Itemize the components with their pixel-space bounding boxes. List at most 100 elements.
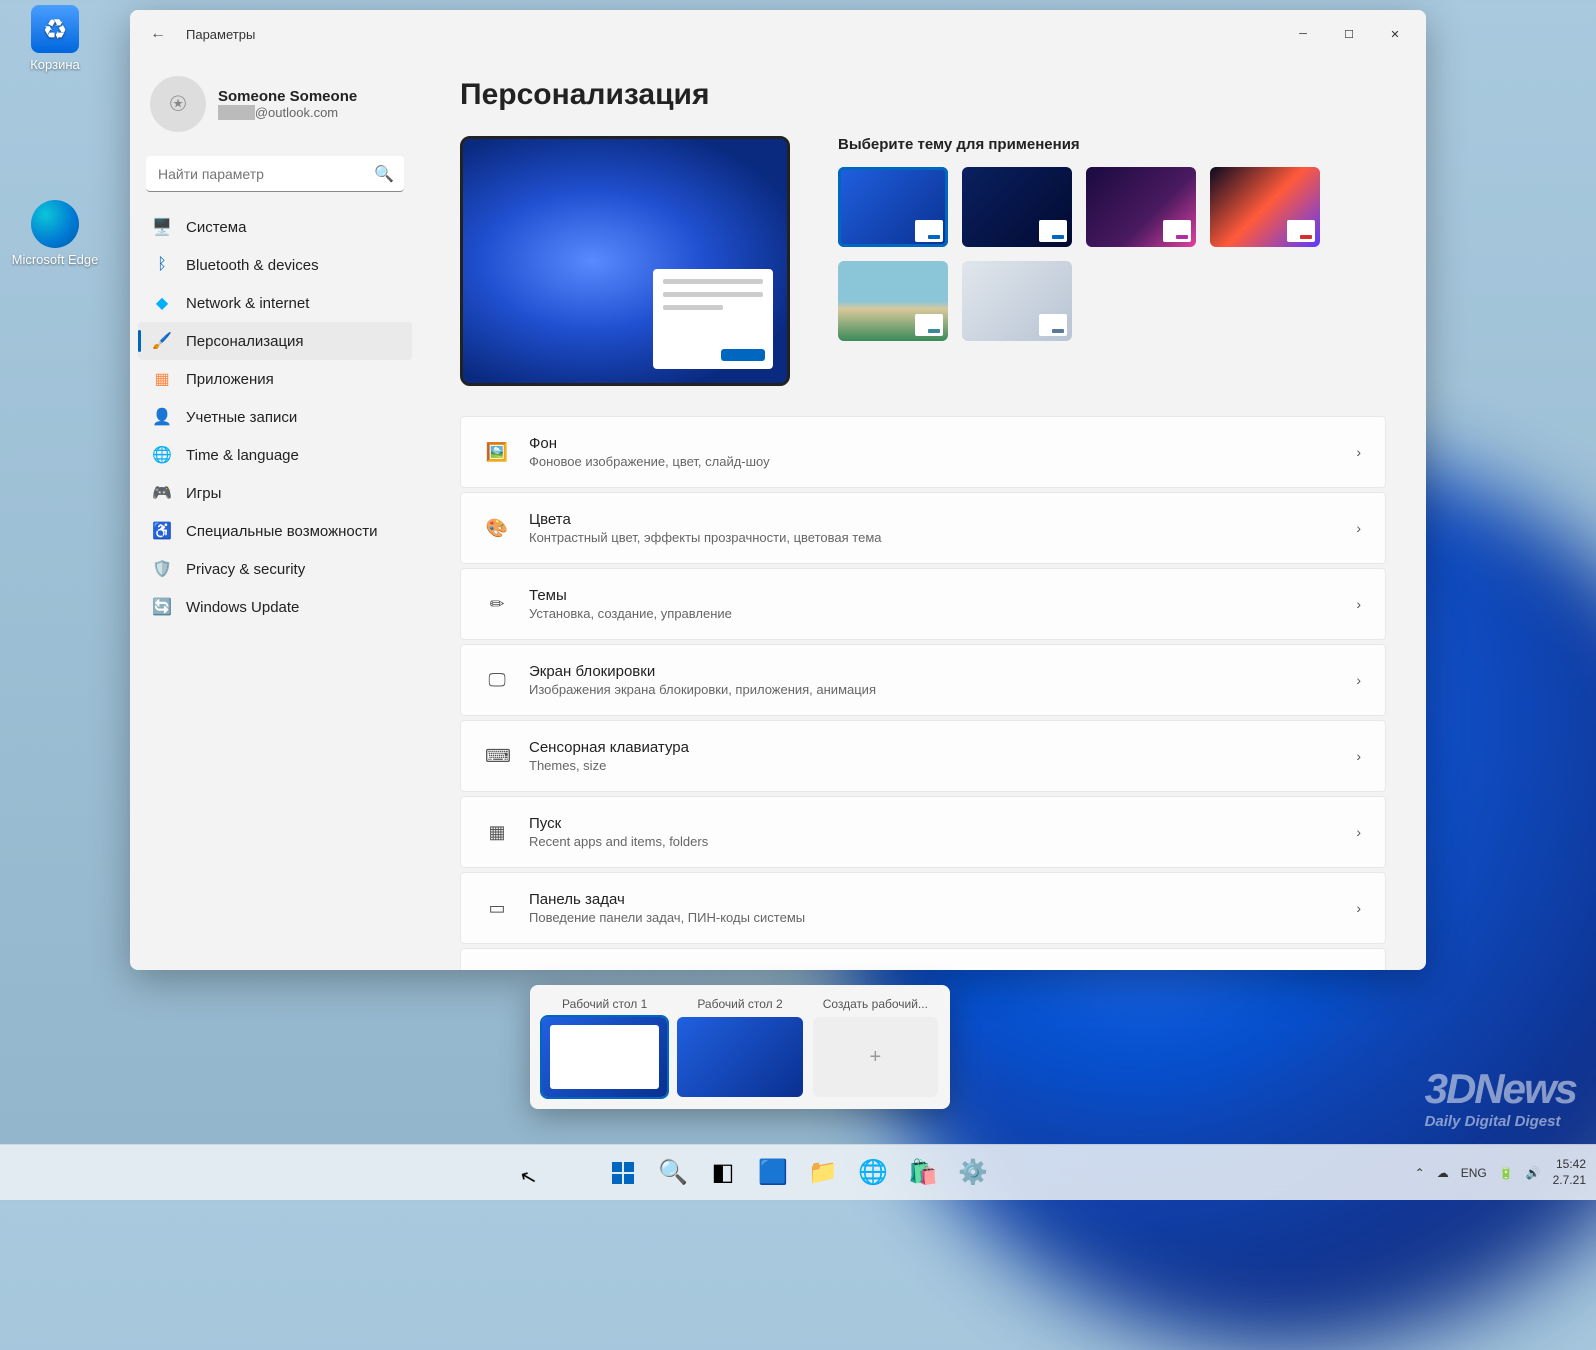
- nav-icon: ᛒ: [152, 255, 172, 275]
- task-view-button[interactable]: ◧: [701, 1151, 745, 1195]
- setting-title: Сенсорная клавиатура: [529, 739, 689, 756]
- start-button[interactable]: [601, 1151, 645, 1195]
- setting-icon: ▭: [485, 898, 509, 919]
- system-tray[interactable]: ⌃ ☁ ENG 🔋 🔊 15:42 2.7.21: [1415, 1157, 1586, 1188]
- nav-icon: 🌐: [152, 445, 172, 465]
- search-button[interactable]: 🔍: [651, 1151, 695, 1195]
- theme-option-1[interactable]: [962, 167, 1072, 247]
- user-name: Someone Someone: [218, 88, 357, 105]
- setting-subtitle: Themes, size: [529, 758, 689, 773]
- setting-row-2[interactable]: ✏ТемыУстановка, создание, управление›: [460, 568, 1386, 640]
- setting-icon: ⌨: [485, 746, 509, 767]
- theme-option-0[interactable]: [838, 167, 948, 247]
- setting-icon: ▦: [485, 822, 509, 843]
- setting-icon: Aᴀ: [485, 967, 509, 970]
- chevron-right-icon: ›: [1356, 520, 1361, 536]
- search-icon: 🔍: [374, 164, 394, 184]
- sidebar-item-label: Time & language: [186, 447, 299, 464]
- setting-row-7[interactable]: AᴀШрифты›: [460, 948, 1386, 970]
- setting-row-0[interactable]: 🖼️ФонФоновое изображение, цвет, слайд-шо…: [460, 416, 1386, 488]
- setting-subtitle: Изображения экрана блокировки, приложени…: [529, 682, 876, 697]
- edge-icon[interactable]: Microsoft Edge: [10, 200, 100, 267]
- theme-option-4[interactable]: [838, 261, 948, 341]
- sidebar-item-label: Приложения: [186, 371, 274, 388]
- setting-subtitle: Установка, создание, управление: [529, 606, 732, 621]
- watermark: 3DNews Daily Digital Digest: [1425, 1065, 1576, 1130]
- sidebar-item-1[interactable]: ᛒ Bluetooth & devices: [138, 246, 412, 284]
- nav-icon: 🛡️: [152, 559, 172, 579]
- chevron-right-icon: ›: [1356, 824, 1361, 840]
- setting-icon: 🎨: [485, 518, 509, 539]
- sidebar-item-5[interactable]: 👤Учетные записи: [138, 398, 412, 436]
- sidebar-item-label: Персонализация: [186, 333, 304, 350]
- nav-icon: 🎮: [152, 483, 172, 503]
- setting-icon: 🖵: [485, 670, 509, 691]
- settings-button[interactable]: ⚙️: [951, 1151, 995, 1195]
- lang-indicator[interactable]: ENG: [1461, 1166, 1487, 1180]
- sidebar-item-2[interactable]: ◆Network & internet: [138, 284, 412, 322]
- search-box[interactable]: 🔍: [146, 156, 404, 192]
- nav-icon: ◆: [152, 293, 172, 313]
- desktop-label: Рабочий стол 1: [542, 997, 667, 1011]
- avatar: ⍟: [150, 76, 206, 132]
- sidebar: ⍟ Someone Someone ████@outlook.com 🔍 🖥️С…: [130, 58, 420, 970]
- setting-row-3[interactable]: 🖵 Экран блокировки Изображения экрана блок…: [460, 644, 1386, 716]
- sidebar-item-9[interactable]: 🛡️Privacy & security: [138, 550, 412, 588]
- volume-icon[interactable]: 🔊: [1526, 1166, 1541, 1180]
- recycle-bin-icon[interactable]: Корзина: [10, 5, 100, 72]
- chevron-right-icon: ›: [1356, 748, 1361, 764]
- sidebar-item-label: Windows Update: [186, 599, 299, 616]
- clock[interactable]: 15:42 2.7.21: [1553, 1157, 1586, 1188]
- setting-row-5[interactable]: ▦ Пуск Recent apps and items, folders ›: [460, 796, 1386, 868]
- back-button[interactable]: ←: [138, 14, 178, 54]
- main-content: Персонализация Выберите тему для примене…: [420, 58, 1426, 970]
- desktop-label: Создать рабочий...: [813, 997, 938, 1011]
- search-input[interactable]: [146, 156, 404, 192]
- theme-option-3[interactable]: [1210, 167, 1320, 247]
- widgets-button[interactable]: 🟦: [751, 1151, 795, 1195]
- user-block[interactable]: ⍟ Someone Someone ████@outlook.com: [138, 68, 412, 140]
- sidebar-item-6[interactable]: 🌐 Time & language: [138, 436, 412, 474]
- setting-title: Панель задач: [529, 891, 805, 908]
- tray-chevron-icon[interactable]: ⌃: [1415, 1166, 1425, 1180]
- minimize-button[interactable]: ─: [1280, 18, 1326, 50]
- explorer-button[interactable]: 📁: [801, 1151, 845, 1195]
- sidebar-item-7[interactable]: 🎮Игры: [138, 474, 412, 512]
- browser-icon: [31, 200, 79, 248]
- nav-icon: ♿: [152, 521, 172, 541]
- maximize-button[interactable]: ☐: [1326, 18, 1372, 50]
- sidebar-item-0[interactable]: 🖥️Система: [138, 208, 412, 246]
- desktop-thumb-2[interactable]: Создать рабочий...+: [813, 997, 938, 1097]
- setting-row-4[interactable]: ⌨ Сенсорная клавиатура Themes, size ›: [460, 720, 1386, 792]
- setting-title: Пуск: [529, 815, 708, 832]
- store-button[interactable]: 🛍️: [901, 1151, 945, 1195]
- nav-icon: 🔄: [152, 597, 172, 617]
- desktop-label: Рабочий стол 2: [677, 997, 802, 1011]
- current-theme-preview[interactable]: [460, 136, 790, 386]
- battery-icon[interactable]: 🔋: [1499, 1166, 1514, 1180]
- desktop-thumb-1[interactable]: Рабочий стол 2: [677, 997, 802, 1097]
- chevron-right-icon: ›: [1356, 900, 1361, 916]
- setting-row-1[interactable]: 🎨ЦветаКонтрастный цвет, эффекты прозрачн…: [460, 492, 1386, 564]
- setting-title: Экран блокировки: [529, 663, 876, 680]
- sidebar-item-3[interactable]: 🖌️Персонализация: [138, 322, 412, 360]
- theme-option-2[interactable]: [1086, 167, 1196, 247]
- setting-row-6[interactable]: ▭Панель задачПоведение панели задач, ПИН…: [460, 872, 1386, 944]
- desktop-thumb-0[interactable]: Рабочий стол 1: [542, 997, 667, 1097]
- onedrive-icon[interactable]: ☁: [1437, 1166, 1449, 1180]
- user-email: ████@outlook.com: [218, 105, 357, 120]
- setting-subtitle: Recent apps and items, folders: [529, 834, 708, 849]
- nav-icon: 🖥️: [152, 217, 172, 237]
- theme-option-5[interactable]: [962, 261, 1072, 341]
- setting-title: Темы: [529, 587, 732, 604]
- desktop-preview: [542, 1017, 667, 1097]
- edge-button[interactable]: 🌐: [851, 1151, 895, 1195]
- sidebar-item-10[interactable]: 🔄 Windows Update: [138, 588, 412, 626]
- page-title: Персонализация: [460, 78, 1386, 112]
- sidebar-item-label: Bluetooth & devices: [186, 257, 319, 274]
- close-button[interactable]: ✕: [1372, 18, 1418, 50]
- sidebar-item-4[interactable]: ▦Приложения: [138, 360, 412, 398]
- setting-icon: 🖼️: [485, 442, 509, 463]
- chevron-right-icon: ›: [1356, 444, 1361, 460]
- sidebar-item-8[interactable]: ♿Специальные возможности: [138, 512, 412, 550]
